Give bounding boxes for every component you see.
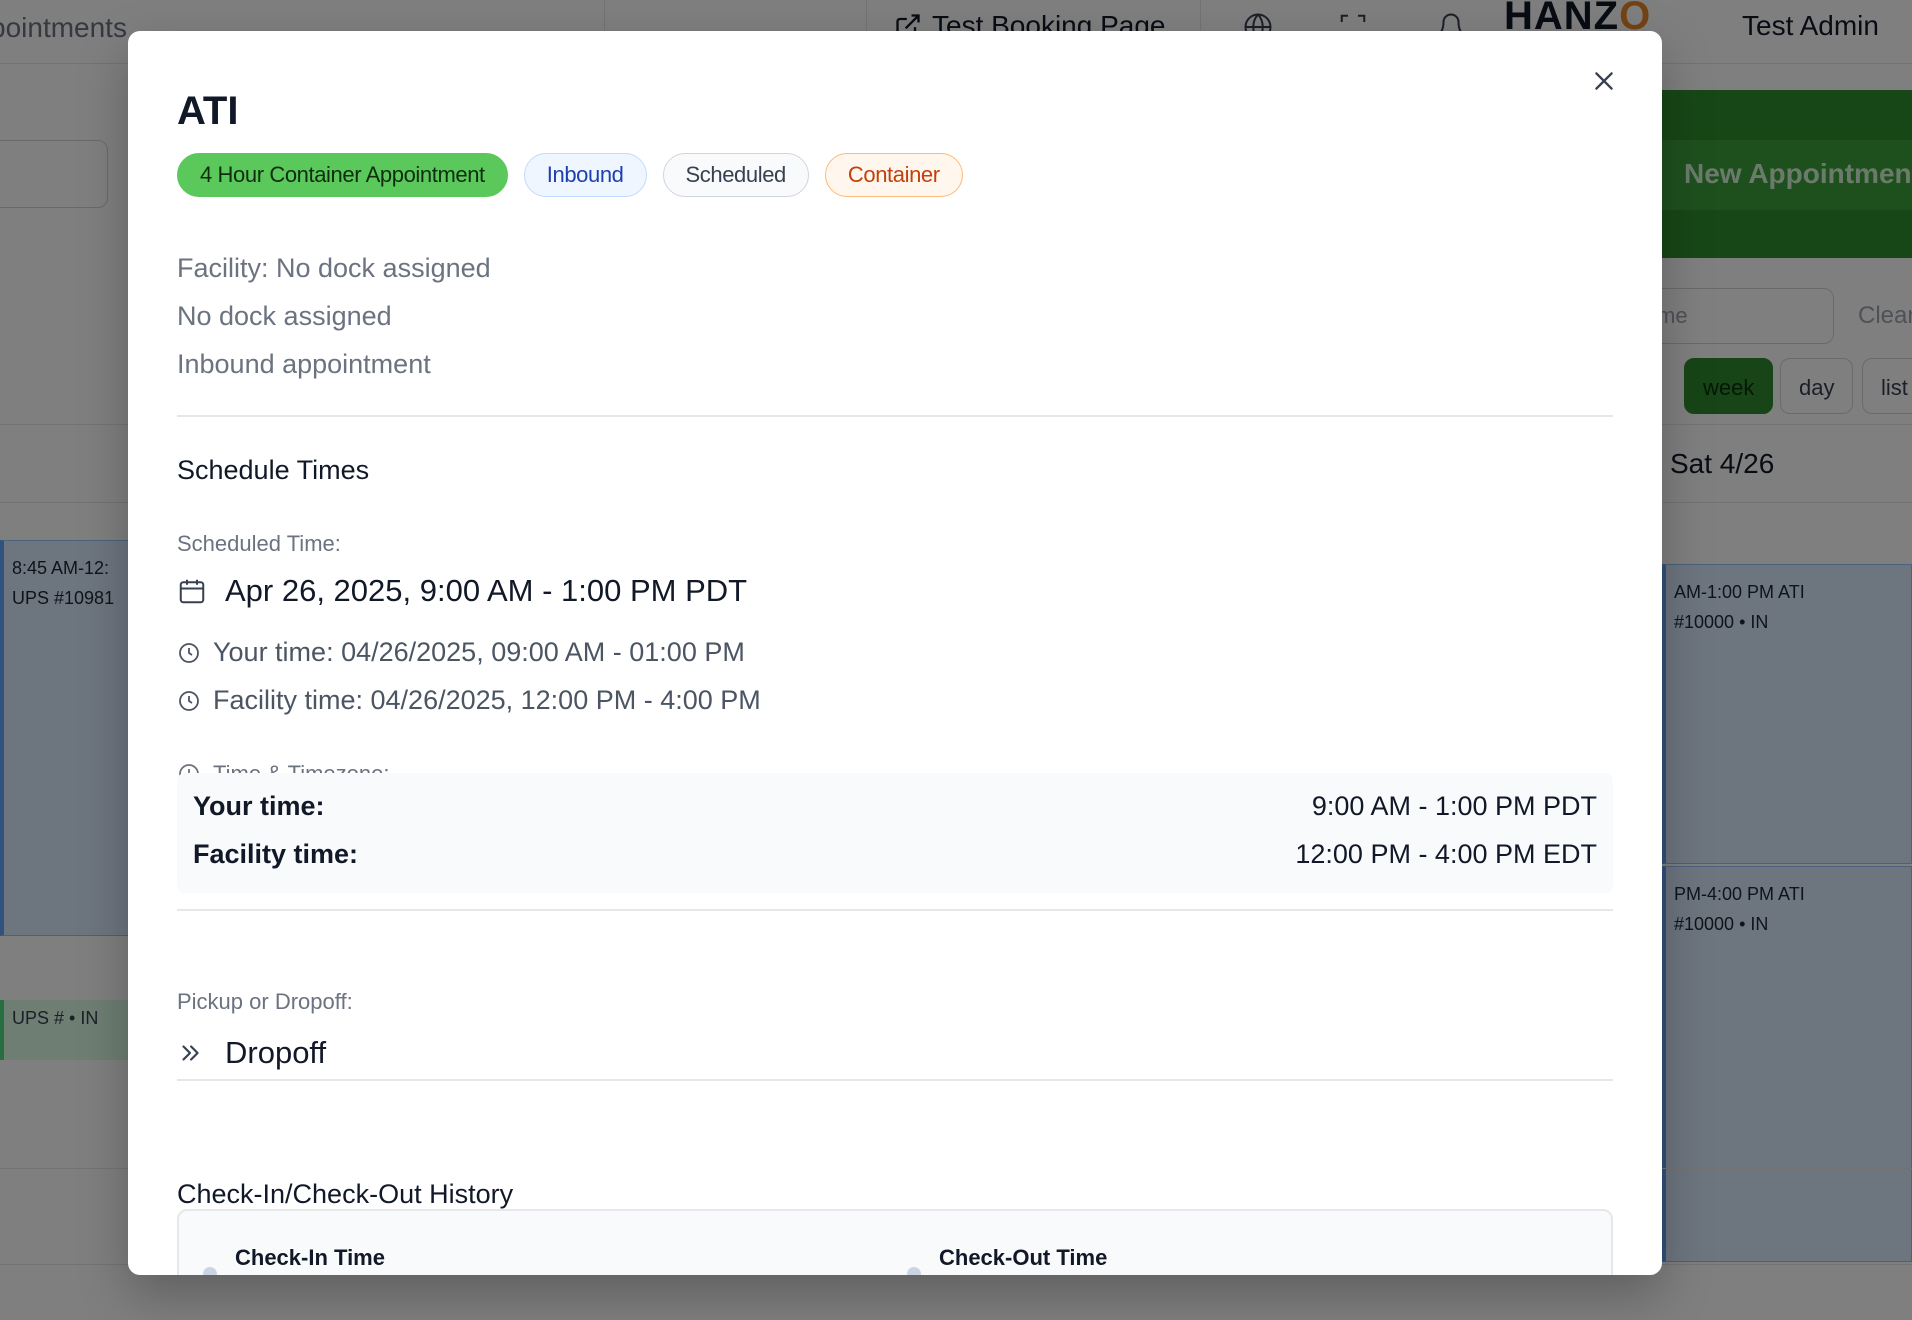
close-icon (1595, 72, 1613, 90)
pickup-dropoff-row: Dropoff (177, 1035, 326, 1071)
timeline-dot (203, 1267, 217, 1275)
checkout-time-label: Check-Out Time (939, 1245, 1108, 1270)
timezone-box: Your time: 9:00 AM - 1:00 PM PDT Facilit… (177, 773, 1613, 893)
close-button[interactable] (1584, 61, 1624, 101)
checkin-time-label: Check-In Time (235, 1245, 385, 1270)
appointment-details-modal: ATI 4 Hour Container Appointment Inbound… (128, 31, 1662, 1275)
facility-time-line: Facility time: 04/26/2025, 12:00 PM - 4:… (213, 685, 761, 715)
appointment-title: ATI (177, 89, 239, 133)
facility-time-row: Facility time: 04/26/2025, 12:00 PM - 4:… (177, 685, 761, 716)
your-time-line: Your time: 04/26/2025, 09:00 AM - 01:00 … (213, 637, 745, 667)
scheduled-time-label: Scheduled Time: (177, 531, 341, 556)
schedule-times-heading: Schedule Times (177, 455, 370, 485)
direction-line: Inbound appointment (177, 349, 431, 379)
scheduled-time-row: Apr 26, 2025, 9:00 AM - 1:00 PM PDT (177, 573, 747, 609)
facility-line: Facility: No dock assigned (177, 253, 491, 283)
status-badge: Scheduled (662, 153, 809, 197)
divider (177, 1079, 1613, 1081)
scheduled-time-value: Apr 26, 2025, 9:00 AM - 1:00 PM PDT (225, 573, 748, 608)
chevrons-right-icon (182, 1045, 199, 1061)
badge-row: 4 Hour Container Appointment Inbound Sch… (177, 153, 963, 197)
pickup-dropoff-value: Dropoff (225, 1035, 327, 1070)
your-time-key: Your time: (193, 791, 325, 821)
timeline-dot (907, 1267, 921, 1275)
category-badge: Container (824, 153, 963, 197)
your-time-summary: Your time: 9:00 AM - 1:00 PM PDT (193, 791, 1597, 822)
history-panel: Check-In Time Check-Out Time (177, 1209, 1613, 1275)
clock-icon (179, 690, 199, 711)
dock-line: No dock assigned (177, 301, 392, 331)
direction-badge: Inbound (523, 153, 647, 197)
divider (177, 909, 1613, 911)
facility-time-key: Facility time: (193, 839, 359, 869)
facility-time-summary: Facility time: 12:00 PM - 4:00 PM EDT (193, 839, 1597, 870)
clock-icon (179, 642, 199, 663)
your-time-value: 9:00 AM - 1:00 PM PDT (1311, 791, 1597, 821)
your-time-row: Your time: 04/26/2025, 09:00 AM - 01:00 … (177, 637, 745, 668)
facility-time-value: 12:00 PM - 4:00 PM EDT (1295, 839, 1597, 869)
calendar-icon (179, 579, 205, 604)
history-heading: Check-In/Check-Out History (177, 1179, 514, 1209)
pickup-dropoff-label: Pickup or Dropoff: (177, 989, 353, 1014)
appointment-type-badge: 4 Hour Container Appointment (177, 153, 508, 197)
divider (177, 415, 1613, 417)
